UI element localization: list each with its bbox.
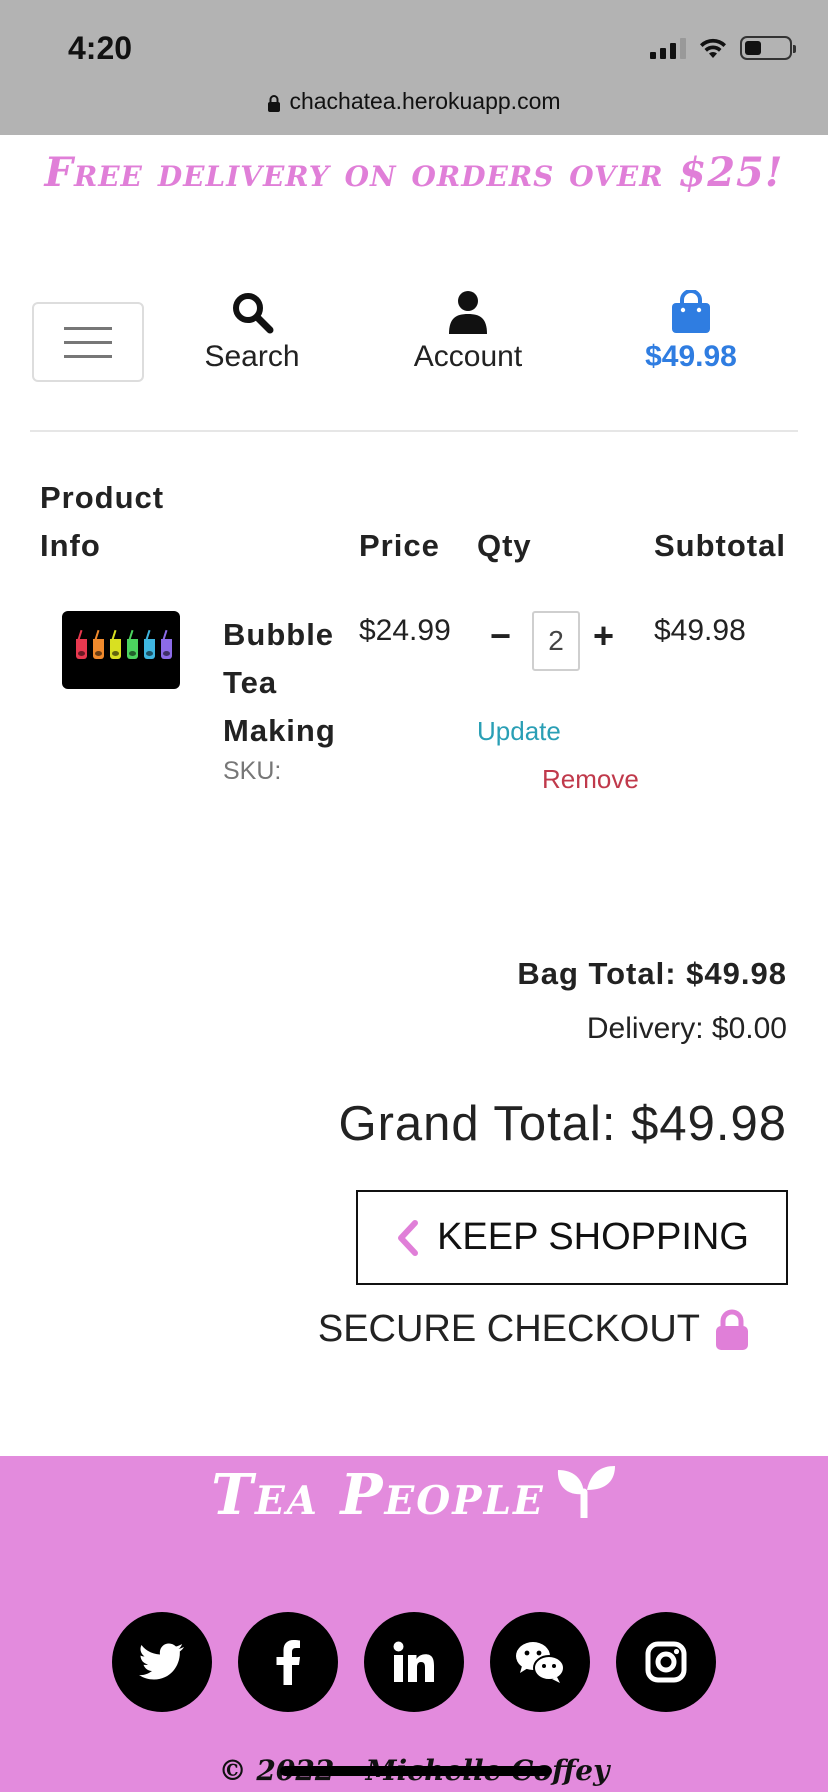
column-header-product-info: Product Info	[40, 480, 165, 563]
bag-total-label: $49.98	[645, 340, 737, 373]
keep-shopping-label: KEEP SHOPPING	[437, 1216, 749, 1258]
secure-checkout-label: SECURE CHECKOUT	[317, 1308, 700, 1350]
search-icon	[233, 293, 274, 334]
sprout-icon	[557, 1466, 615, 1522]
product-subtotal: $49.98	[654, 614, 746, 647]
grand-total: Grand Total: $49.98	[338, 1097, 787, 1151]
header-divider	[30, 430, 798, 432]
footer-brand: Tea People	[0, 1462, 828, 1528]
quantity-input[interactable]	[532, 611, 580, 671]
chevron-left-icon	[398, 1219, 419, 1256]
search-button[interactable]: Search	[192, 290, 312, 374]
account-button[interactable]: Account	[400, 290, 536, 374]
search-label: Search	[204, 340, 300, 373]
address-bar[interactable]: chachatea.herokuapp.com	[0, 88, 828, 115]
product-sku: SKU:	[223, 757, 282, 785]
twitter-icon	[139, 1643, 184, 1680]
increment-quantity-button[interactable]: +	[593, 615, 614, 657]
secure-checkout-button[interactable]: SECURE CHECKOUT	[318, 1308, 750, 1351]
social-links	[112, 1612, 716, 1712]
facebook-icon	[276, 1640, 300, 1685]
status-icons	[650, 36, 796, 60]
delivery-cost: Delivery: $0.00	[586, 1012, 787, 1045]
url-text: chachatea.herokuapp.com	[289, 88, 561, 114]
status-bar: 4:20 chachatea.herokuapp.com	[0, 0, 828, 135]
home-indicator	[280, 1766, 552, 1776]
delivery-banner: Free delivery on orders over $25!	[44, 149, 784, 196]
wifi-icon	[700, 38, 726, 58]
twitter-link[interactable]	[112, 1612, 212, 1712]
user-icon	[449, 291, 487, 334]
menu-toggle-button[interactable]	[32, 302, 144, 382]
column-header-qty: Qty	[477, 528, 532, 563]
status-time: 4:20	[68, 30, 133, 66]
account-label: Account	[413, 340, 523, 373]
product-name: Bubble Tea Making	[223, 617, 336, 748]
product-price: $24.99	[359, 614, 451, 647]
lock-icon	[716, 1309, 748, 1350]
wechat-icon	[516, 1642, 565, 1683]
decrement-quantity-button[interactable]: −	[490, 615, 511, 657]
facebook-link[interactable]	[238, 1612, 338, 1712]
wechat-link[interactable]	[490, 1612, 590, 1712]
linkedin-icon	[393, 1641, 434, 1682]
column-header-subtotal: Subtotal	[654, 528, 786, 563]
bag-total: Bag Total: $49.98	[517, 956, 787, 991]
keep-shopping-button[interactable]: KEEP SHOPPING	[356, 1190, 788, 1285]
lock-icon	[268, 95, 281, 112]
instagram-icon	[645, 1641, 687, 1683]
cellular-signal-icon	[650, 37, 686, 59]
footer-brand-text: Tea People	[211, 1462, 545, 1528]
column-header-price: Price	[359, 528, 440, 563]
instagram-link[interactable]	[616, 1612, 716, 1712]
product-image	[62, 611, 180, 689]
remove-link[interactable]: Remove	[542, 764, 639, 795]
update-link[interactable]: Update	[477, 716, 561, 747]
battery-icon	[740, 36, 796, 60]
shopping-bag-icon	[672, 290, 710, 333]
shopping-bag-button[interactable]: $49.98	[626, 290, 756, 374]
linkedin-link[interactable]	[364, 1612, 464, 1712]
